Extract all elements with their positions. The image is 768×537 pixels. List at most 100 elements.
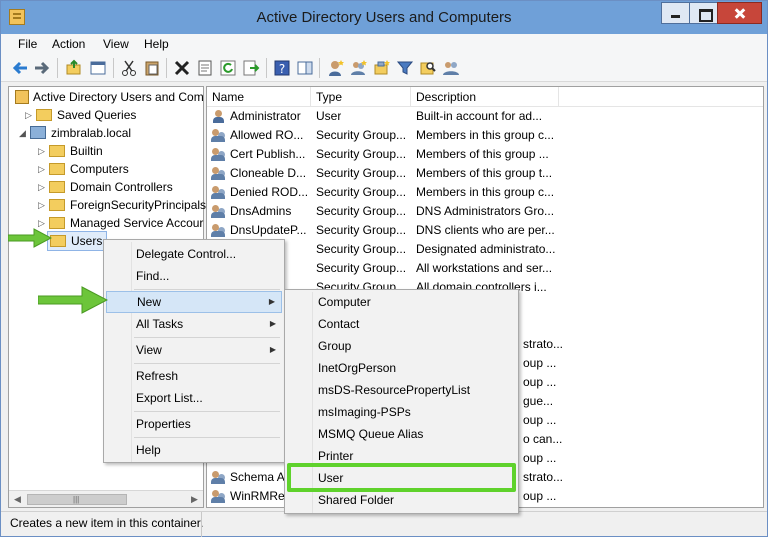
menu-item-properties[interactable]: Properties: [106, 413, 282, 435]
group-icon: [211, 147, 227, 162]
menu-item-delegate-control[interactable]: Delegate Control...: [106, 243, 282, 265]
menu-bar: File Action View Help: [1, 34, 767, 54]
menu-item-help[interactable]: Help: [106, 439, 282, 461]
list-item[interactable]: DnsAdmins Security Group... DNS Administra…: [207, 202, 763, 221]
menu-file[interactable]: File: [18, 37, 37, 51]
partial-description: gue...: [523, 394, 554, 408]
export-list-icon[interactable]: [242, 59, 260, 77]
partial-description: oup ...: [523, 413, 557, 427]
paste-icon[interactable]: [143, 59, 161, 77]
user-icon: [211, 109, 227, 124]
menu-item-export-list[interactable]: Export List...: [106, 387, 282, 409]
menu-item-computer[interactable]: Computer: [287, 291, 516, 313]
menu-item-find[interactable]: Find...: [106, 265, 282, 287]
menu-item-contact[interactable]: Contact: [287, 313, 516, 335]
refresh-icon[interactable]: [219, 59, 237, 77]
title-bar[interactable]: Active Directory Users and Computers: [1, 1, 767, 34]
list-item[interactable]: Cloneable D... Security Group... Members o…: [207, 164, 763, 183]
folder-icon: [49, 163, 65, 175]
new-user-icon[interactable]: [327, 59, 345, 77]
column-header-type[interactable]: Type: [311, 87, 411, 107]
menu-item-shared-folder[interactable]: Shared Folder: [287, 489, 516, 511]
add-to-group-icon[interactable]: [442, 59, 460, 77]
scrollbar-thumb[interactable]: |||: [27, 494, 127, 505]
scroll-right-icon[interactable]: ▶: [191, 494, 198, 505]
menu-item-all-tasks[interactable]: All Tasks ▶: [106, 313, 282, 335]
menu-item-new[interactable]: New ▶: [106, 291, 282, 313]
tree-item-saved-queries[interactable]: ▷ Saved Queries: [23, 106, 136, 124]
folder-icon: [49, 181, 65, 193]
tree-item-computers[interactable]: ▷ Computers: [36, 160, 129, 178]
show-hide-action-pane-icon[interactable]: [296, 59, 314, 77]
forward-icon[interactable]: [33, 59, 51, 77]
menu-item-inetorgperson[interactable]: InetOrgPerson: [287, 357, 516, 379]
expand-icon[interactable]: ▷: [36, 196, 47, 214]
list-item[interactable]: Administrator User Built-in account for ad…: [207, 107, 763, 126]
tree-item-domain[interactable]: ◢ zimbralab.local: [17, 124, 131, 142]
list-item[interactable]: Security Group... Designated administrato…: [207, 240, 763, 259]
partial-description: oup ...: [523, 356, 557, 370]
filter-icon[interactable]: [396, 59, 414, 77]
help-icon[interactable]: ?: [273, 59, 291, 77]
close-button[interactable]: [717, 2, 762, 24]
menu-item-msmq-queue-alias[interactable]: MSMQ Queue Alias: [287, 423, 516, 445]
partial-description: o can...: [523, 432, 563, 446]
submenu-arrow-icon: ▶: [268, 297, 275, 306]
tree-root-label: Active Directory Users and Com: [33, 90, 204, 104]
list-item[interactable]: Security Group... All workstations and se…: [207, 259, 763, 278]
cut-icon[interactable]: [120, 59, 138, 77]
status-text: Creates a new item in this container.: [10, 516, 204, 530]
menu-help[interactable]: Help: [144, 37, 169, 51]
column-header-description[interactable]: Description: [411, 87, 559, 107]
aduc-root-icon: [15, 90, 29, 104]
expand-icon[interactable]: ▷: [36, 160, 47, 178]
tree-horizontal-scrollbar[interactable]: ◀ ||| ▶: [9, 490, 203, 507]
menu-item-refresh[interactable]: Refresh: [106, 365, 282, 387]
tree-item-domain-controllers[interactable]: ▷ Domain Controllers: [36, 178, 173, 196]
show-console-tree-icon[interactable]: [89, 59, 107, 77]
list-item[interactable]: Denied ROD... Security Group... Members in…: [207, 183, 763, 202]
tree-item-users[interactable]: Users: [47, 231, 107, 251]
tree-item-foreign-security-principals[interactable]: ▷ ForeignSecurityPrincipals: [36, 196, 206, 214]
tree-item-builtin[interactable]: ▷ Builtin: [36, 142, 103, 160]
user-highlight-box: [287, 463, 516, 492]
group-icon: [211, 470, 227, 485]
group-icon: [211, 128, 227, 143]
menu-item-msds-resourcepropertylist[interactable]: msDS-ResourcePropertyList: [287, 379, 516, 401]
group-icon: [211, 223, 227, 238]
folder-icon: [50, 235, 66, 247]
expand-icon[interactable]: ▷: [36, 142, 47, 160]
list-item[interactable]: Allowed RO... Security Group... Members in…: [207, 126, 763, 145]
expand-icon[interactable]: ▷: [23, 106, 34, 124]
partial-description: strato...: [523, 337, 564, 351]
menu-item-group[interactable]: Group: [287, 335, 516, 357]
properties-icon[interactable]: [196, 59, 214, 77]
group-icon: [211, 204, 227, 219]
tree-item-managed-service-accounts[interactable]: ▷ Managed Service Accour: [36, 214, 203, 232]
menu-view[interactable]: View: [103, 37, 129, 51]
group-icon: [211, 166, 227, 181]
context-menu: Delegate Control... Find... New ▶ All Tas…: [103, 239, 285, 463]
collapse-icon[interactable]: ◢: [17, 124, 28, 142]
menu-action[interactable]: Action: [52, 37, 85, 51]
minimize-button[interactable]: [661, 2, 689, 24]
delete-icon[interactable]: [173, 59, 191, 77]
expand-icon[interactable]: ▷: [36, 178, 47, 196]
partial-description: oup ...: [523, 375, 557, 389]
back-icon[interactable]: [11, 59, 29, 77]
menu-item-msimaging-psps[interactable]: msImaging-PSPs: [287, 401, 516, 423]
toolbar: ?: [1, 54, 767, 82]
maximize-button[interactable]: [689, 2, 717, 24]
list-item[interactable]: Cert Publish... Security Group... Members …: [207, 145, 763, 164]
tree-root[interactable]: Active Directory Users and Com: [13, 88, 204, 106]
new-group-icon[interactable]: [350, 59, 368, 77]
up-level-icon[interactable]: [65, 59, 83, 77]
find-icon[interactable]: [419, 59, 437, 77]
column-header-name[interactable]: Name: [207, 87, 311, 107]
group-icon: [211, 185, 227, 200]
new-ou-icon[interactable]: [373, 59, 391, 77]
list-item[interactable]: DnsUpdateP... Security Group... DNS client…: [207, 221, 763, 240]
scroll-left-icon[interactable]: ◀: [14, 494, 21, 505]
partial-description: oup ...: [523, 451, 557, 465]
menu-item-view[interactable]: View ▶: [106, 339, 282, 361]
